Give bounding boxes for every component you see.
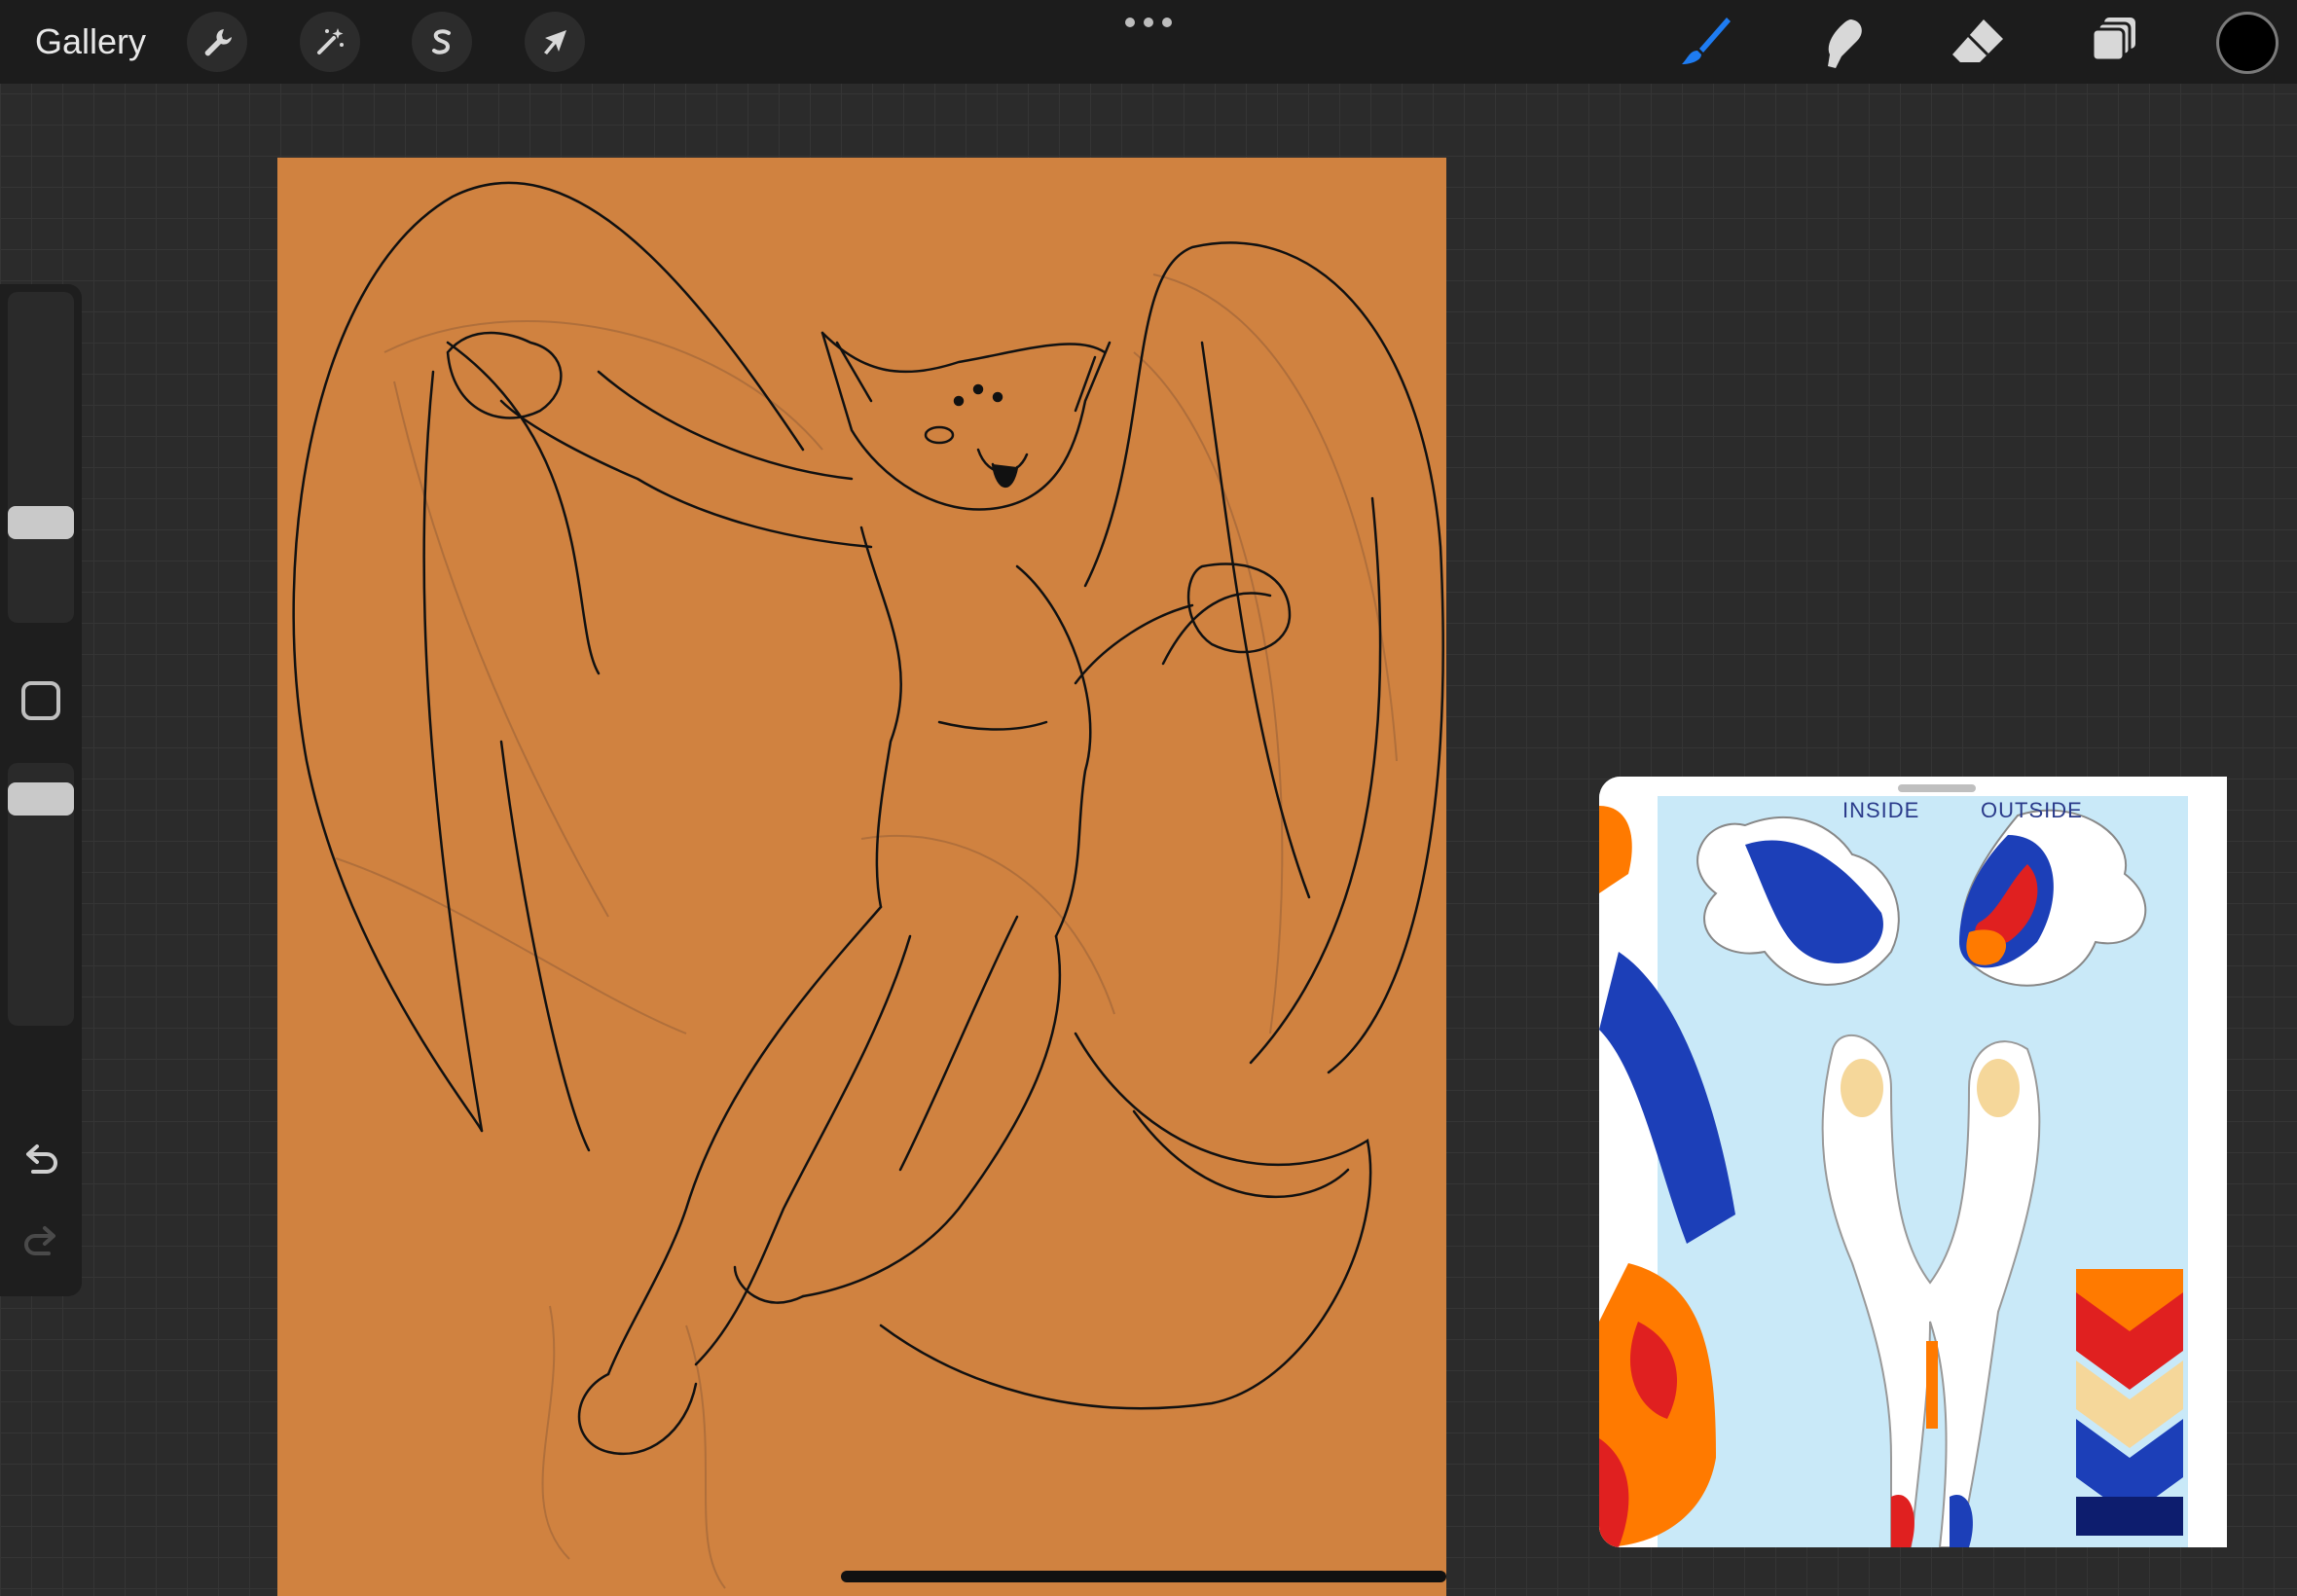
wrench-icon [204,29,232,56]
opacity-slider-thumb[interactable] [8,782,74,816]
brush-size-slider[interactable] [8,292,74,623]
gallery-button[interactable]: Gallery [35,19,146,64]
reference-drag-handle[interactable] [1898,784,1976,792]
top-toolbar: Gallery [0,0,2297,84]
transform-button[interactable] [525,12,585,72]
layers-icon [2091,18,2135,62]
outside-label: OUTSIDE [1981,798,2083,822]
home-indicator [841,1571,1446,1582]
more-dots-icon[interactable] [1125,16,1172,29]
brush-size-slider-thumb[interactable] [8,506,74,539]
adjustments-button[interactable] [300,12,360,72]
actions-button[interactable] [187,12,247,72]
brush-tool-button[interactable] [1676,14,1734,72]
magic-wand-icon [317,28,344,54]
eraser-icon [1952,19,2003,62]
smudge-tool-button[interactable] [1812,14,1871,72]
sketch-artwork [292,181,1444,1589]
eraser-tool-button[interactable] [1949,14,2007,72]
modify-button[interactable] [21,681,60,720]
layers-button[interactable] [2085,14,2143,72]
redo-icon[interactable] [19,1222,62,1265]
drawing-canvas[interactable] [277,158,1446,1596]
selection-s-icon [432,29,451,54]
undo-icon[interactable] [19,1141,62,1183]
reference-image [1599,777,2188,1547]
reference-window[interactable]: INSIDE OUTSIDE [1599,777,2227,1547]
brush-icon [1682,18,1731,64]
color-picker-button[interactable] [2219,15,2276,71]
inside-label: INSIDE [1842,798,1920,822]
left-sidebar [0,284,82,1296]
transform-arrow-icon [544,30,566,54]
smudge-icon [1828,19,1862,68]
selection-button[interactable] [412,12,472,72]
